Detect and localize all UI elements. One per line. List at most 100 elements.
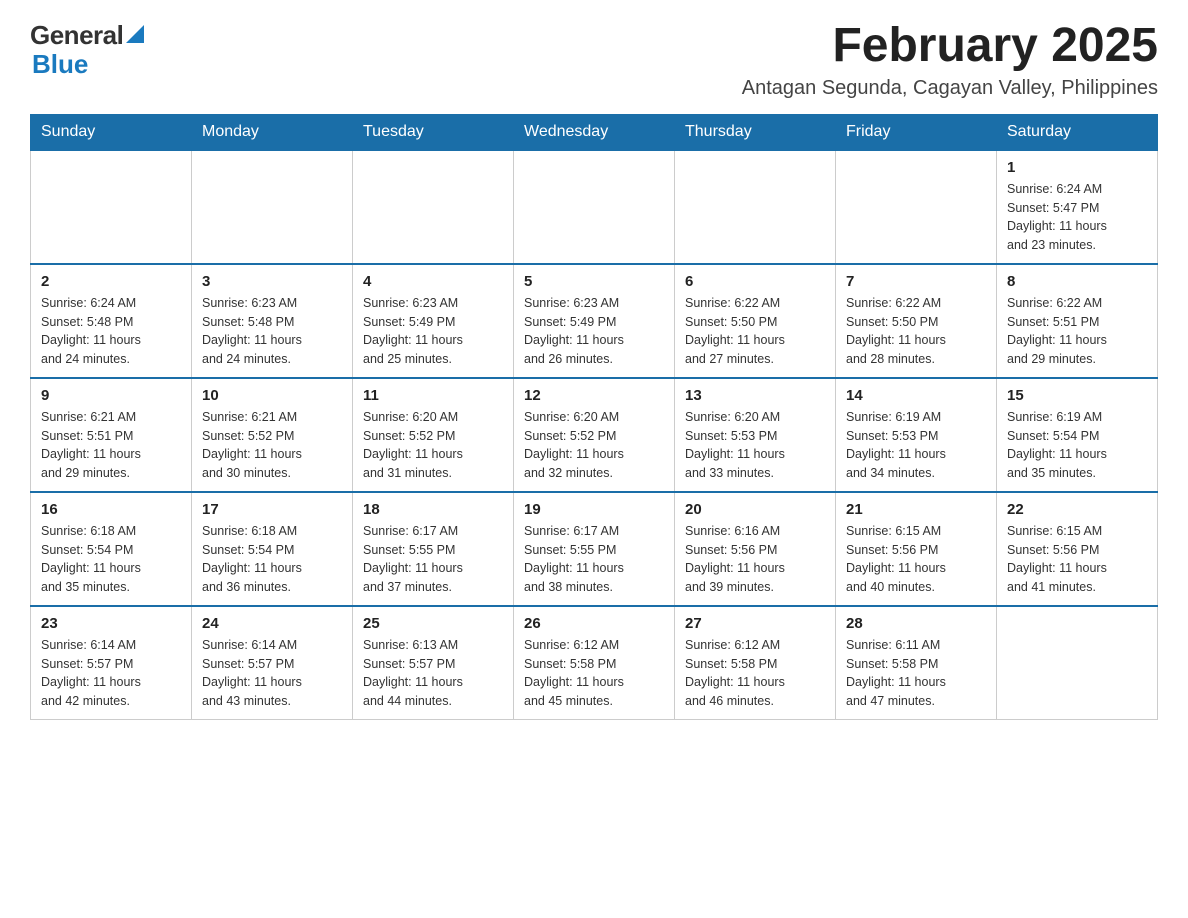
calendar-body: 1Sunrise: 6:24 AMSunset: 5:47 PMDaylight… xyxy=(31,150,1158,720)
calendar-cell: 16Sunrise: 6:18 AMSunset: 5:54 PMDayligh… xyxy=(31,492,192,606)
day-number: 5 xyxy=(524,273,664,290)
day-info: Sunrise: 6:14 AMSunset: 5:57 PMDaylight:… xyxy=(41,636,181,711)
day-number: 26 xyxy=(524,615,664,632)
day-number: 24 xyxy=(202,615,342,632)
day-info: Sunrise: 6:19 AMSunset: 5:54 PMDaylight:… xyxy=(1007,408,1147,483)
calendar-cell xyxy=(31,150,192,264)
logo: General Blue xyxy=(30,20,144,80)
day-info: Sunrise: 6:21 AMSunset: 5:52 PMDaylight:… xyxy=(202,408,342,483)
logo-blue-text: Blue xyxy=(32,49,88,80)
calendar-cell: 21Sunrise: 6:15 AMSunset: 5:56 PMDayligh… xyxy=(836,492,997,606)
logo-general-text: General xyxy=(30,20,123,51)
title-area: February 2025 Antagan Segunda, Cagayan V… xyxy=(742,20,1158,100)
calendar-cell: 5 Sunrise: 6:23 AMSunset: 5:49 PMDaylight… xyxy=(514,264,675,378)
header-wednesday: Wednesday xyxy=(514,114,675,150)
calendar-cell: 7 Sunrise: 6:22 AMSunset: 5:50 PMDaylight… xyxy=(836,264,997,378)
day-info: Sunrise: 6:22 AMSunset: 5:51 PMDaylight:… xyxy=(1007,294,1147,369)
day-info: Sunrise: 6:20 AMSunset: 5:52 PMDaylight:… xyxy=(363,408,503,483)
day-info: Sunrise: 6:12 AMSunset: 5:58 PMDaylight:… xyxy=(524,636,664,711)
day-info: Sunrise: 6:19 AMSunset: 5:53 PMDaylight:… xyxy=(846,408,986,483)
day-number: 4 xyxy=(363,273,503,290)
day-info: Sunrise: 6:21 AMSunset: 5:51 PMDaylight:… xyxy=(41,408,181,483)
calendar-cell xyxy=(836,150,997,264)
day-number: 11 xyxy=(363,387,503,404)
calendar-cell: 20 Sunrise: 6:16 AMSunset: 5:56 PMDayligh… xyxy=(675,492,836,606)
calendar-cell: 12 Sunrise: 6:20 AMSunset: 5:52 PMDayligh… xyxy=(514,378,675,492)
day-info: Sunrise: 6:11 AMSunset: 5:58 PMDaylight:… xyxy=(846,636,986,711)
day-info: Sunrise: 6:18 AMSunset: 5:54 PMDaylight:… xyxy=(202,522,342,597)
calendar-cell: 27 Sunrise: 6:12 AMSunset: 5:58 PMDayligh… xyxy=(675,606,836,720)
day-info: Sunrise: 6:20 AMSunset: 5:52 PMDaylight:… xyxy=(524,408,664,483)
day-number: 21 xyxy=(846,501,986,518)
week-row-2: 2 Sunrise: 6:24 AMSunset: 5:48 PMDaylight… xyxy=(31,264,1158,378)
day-info: Sunrise: 6:23 AMSunset: 5:49 PMDaylight:… xyxy=(524,294,664,369)
calendar-cell: 2 Sunrise: 6:24 AMSunset: 5:48 PMDaylight… xyxy=(31,264,192,378)
day-number: 20 xyxy=(685,501,825,518)
day-info: Sunrise: 6:18 AMSunset: 5:54 PMDaylight:… xyxy=(41,522,181,597)
day-info: Sunrise: 6:23 AMSunset: 5:48 PMDaylight:… xyxy=(202,294,342,369)
logo-arrow-icon xyxy=(126,21,144,48)
day-number: 15 xyxy=(1007,387,1147,404)
day-number: 2 xyxy=(41,273,181,290)
calendar-cell: 13Sunrise: 6:20 AMSunset: 5:53 PMDayligh… xyxy=(675,378,836,492)
day-info: Sunrise: 6:12 AMSunset: 5:58 PMDaylight:… xyxy=(685,636,825,711)
calendar-cell xyxy=(997,606,1158,720)
day-number: 27 xyxy=(685,615,825,632)
day-number: 13 xyxy=(685,387,825,404)
header-area: General Blue February 2025 Antagan Segun… xyxy=(30,20,1158,100)
header-sunday: Sunday xyxy=(31,114,192,150)
calendar-cell: 6 Sunrise: 6:22 AMSunset: 5:50 PMDaylight… xyxy=(675,264,836,378)
day-info: Sunrise: 6:15 AMSunset: 5:56 PMDaylight:… xyxy=(1007,522,1147,597)
calendar-table: Sunday Monday Tuesday Wednesday Thursday… xyxy=(30,114,1158,720)
calendar-cell: 15 Sunrise: 6:19 AMSunset: 5:54 PMDayligh… xyxy=(997,378,1158,492)
month-title: February 2025 xyxy=(742,20,1158,73)
header-thursday: Thursday xyxy=(675,114,836,150)
week-row-1: 1Sunrise: 6:24 AMSunset: 5:47 PMDaylight… xyxy=(31,150,1158,264)
day-info: Sunrise: 6:13 AMSunset: 5:57 PMDaylight:… xyxy=(363,636,503,711)
header-saturday: Saturday xyxy=(997,114,1158,150)
calendar-cell: 11 Sunrise: 6:20 AMSunset: 5:52 PMDayligh… xyxy=(353,378,514,492)
calendar-cell: 28Sunrise: 6:11 AMSunset: 5:58 PMDayligh… xyxy=(836,606,997,720)
day-info: Sunrise: 6:22 AMSunset: 5:50 PMDaylight:… xyxy=(846,294,986,369)
header-monday: Monday xyxy=(192,114,353,150)
day-number: 23 xyxy=(41,615,181,632)
day-number: 12 xyxy=(524,387,664,404)
calendar-cell: 3 Sunrise: 6:23 AMSunset: 5:48 PMDaylight… xyxy=(192,264,353,378)
day-number: 22 xyxy=(1007,501,1147,518)
day-number: 25 xyxy=(363,615,503,632)
day-number: 14 xyxy=(846,387,986,404)
calendar-cell xyxy=(675,150,836,264)
day-info: Sunrise: 6:17 AMSunset: 5:55 PMDaylight:… xyxy=(363,522,503,597)
calendar-cell xyxy=(514,150,675,264)
day-info: Sunrise: 6:14 AMSunset: 5:57 PMDaylight:… xyxy=(202,636,342,711)
day-info: Sunrise: 6:24 AMSunset: 5:48 PMDaylight:… xyxy=(41,294,181,369)
calendar-cell: 1Sunrise: 6:24 AMSunset: 5:47 PMDaylight… xyxy=(997,150,1158,264)
day-info: Sunrise: 6:22 AMSunset: 5:50 PMDaylight:… xyxy=(685,294,825,369)
day-number: 7 xyxy=(846,273,986,290)
weekday-header-row: Sunday Monday Tuesday Wednesday Thursday… xyxy=(31,114,1158,150)
calendar-cell: 18Sunrise: 6:17 AMSunset: 5:55 PMDayligh… xyxy=(353,492,514,606)
calendar-cell: 26 Sunrise: 6:12 AMSunset: 5:58 PMDayligh… xyxy=(514,606,675,720)
location-subtitle: Antagan Segunda, Cagayan Valley, Philipp… xyxy=(742,77,1158,100)
day-number: 9 xyxy=(41,387,181,404)
day-info: Sunrise: 6:16 AMSunset: 5:56 PMDaylight:… xyxy=(685,522,825,597)
header-tuesday: Tuesday xyxy=(353,114,514,150)
day-info: Sunrise: 6:23 AMSunset: 5:49 PMDaylight:… xyxy=(363,294,503,369)
day-info: Sunrise: 6:24 AMSunset: 5:47 PMDaylight:… xyxy=(1007,180,1147,255)
calendar-cell: 14 Sunrise: 6:19 AMSunset: 5:53 PMDayligh… xyxy=(836,378,997,492)
calendar-cell: 8 Sunrise: 6:22 AMSunset: 5:51 PMDaylight… xyxy=(997,264,1158,378)
calendar-cell xyxy=(353,150,514,264)
header-friday: Friday xyxy=(836,114,997,150)
calendar-cell: 25 Sunrise: 6:13 AMSunset: 5:57 PMDayligh… xyxy=(353,606,514,720)
week-row-4: 16Sunrise: 6:18 AMSunset: 5:54 PMDayligh… xyxy=(31,492,1158,606)
calendar-cell: 17 Sunrise: 6:18 AMSunset: 5:54 PMDayligh… xyxy=(192,492,353,606)
day-number: 3 xyxy=(202,273,342,290)
day-number: 8 xyxy=(1007,273,1147,290)
calendar-cell: 23 Sunrise: 6:14 AMSunset: 5:57 PMDayligh… xyxy=(31,606,192,720)
day-info: Sunrise: 6:17 AMSunset: 5:55 PMDaylight:… xyxy=(524,522,664,597)
calendar-cell: 10Sunrise: 6:21 AMSunset: 5:52 PMDayligh… xyxy=(192,378,353,492)
day-number: 17 xyxy=(202,501,342,518)
calendar-cell: 9 Sunrise: 6:21 AMSunset: 5:51 PMDaylight… xyxy=(31,378,192,492)
day-number: 6 xyxy=(685,273,825,290)
calendar-cell: 4 Sunrise: 6:23 AMSunset: 5:49 PMDaylight… xyxy=(353,264,514,378)
